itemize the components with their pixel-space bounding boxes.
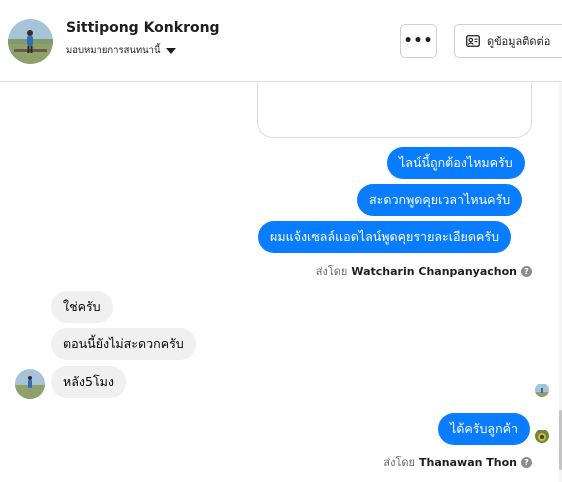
message-text: หลัง5โมง (63, 374, 115, 389)
incoming-message[interactable]: ตอนนี้ยังไม่สะดวกครับ (51, 328, 196, 360)
view-contact-info-button[interactable]: ดูข้อมูลติดต่อ (454, 24, 562, 58)
assign-conversation-label: มอบหมายการสนทนานี้ (66, 45, 161, 56)
caret-down-icon (165, 47, 176, 54)
more-options-button[interactable]: ••• (400, 24, 437, 58)
assign-conversation-dropdown[interactable]: มอบหมายการสนทนานี้ (66, 43, 176, 58)
contact-name[interactable]: Sittipong Konkrong (66, 20, 220, 36)
message-text: ใช่ครับ (63, 299, 101, 314)
message-text: ไลน์นี้ถูกต้องไหมครับ (399, 155, 513, 170)
message-text: ได้ครับลูกค้า (450, 421, 519, 436)
outgoing-message[interactable]: ไลน์นี้ถูกต้องไหมครับ (387, 147, 525, 179)
message-card-preview[interactable] (257, 82, 532, 138)
sent-by-label: ส่งโดย Thanawan Thon ? (383, 453, 532, 471)
sent-by-label: ส่งโดย Watcharin Chanpanyachon ? (316, 262, 532, 280)
contact-avatar-small[interactable] (15, 369, 45, 399)
read-receipt-avatar (535, 383, 549, 397)
conversation-header: Sittipong Konkrong มอบหมายการสนทนานี้ ••… (0, 0, 562, 82)
message-text: ผมแจ้งเซลล์แอดไลน์พูดคุยรายละเอียดครับ (270, 229, 500, 244)
view-contact-info-label: ดูข้อมูลติดต่อ (487, 35, 551, 48)
sent-by-agent: Watcharin Chanpanyachon (351, 264, 517, 278)
outgoing-message[interactable]: ผมแจ้งเซลล์แอดไลน์พูดคุยรายละเอียดครับ (258, 221, 512, 253)
contact-card-icon (466, 35, 480, 47)
incoming-message[interactable]: ใช่ครับ (51, 291, 113, 323)
contact-avatar[interactable] (8, 19, 53, 64)
info-icon[interactable]: ? (521, 265, 532, 277)
message-text: สะดวกพูดคุยเวลาไหนครับ (369, 192, 511, 207)
info-icon[interactable]: ? (521, 456, 532, 468)
outgoing-message[interactable]: ได้ครับลูกค้า (438, 413, 531, 445)
outgoing-message[interactable]: สะดวกพูดคุยเวลาไหนครับ (357, 184, 523, 216)
sent-by-agent: Thanawan Thon (419, 455, 517, 469)
sent-by-prefix: ส่งโดย (383, 456, 416, 469)
more-horizontal-icon: ••• (403, 33, 434, 49)
agent-avatar-small (535, 429, 549, 443)
message-text: ตอนนี้ยังไม่สะดวกครับ (63, 336, 184, 351)
sent-by-prefix: ส่งโดย (315, 265, 348, 278)
incoming-message[interactable]: หลัง5โมง (51, 366, 127, 398)
